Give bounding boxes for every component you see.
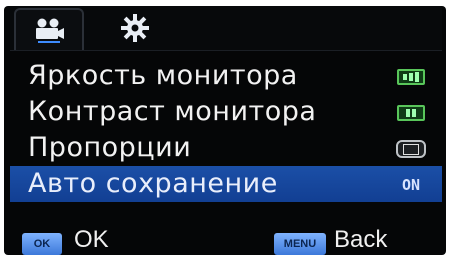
menu-item-label: Контраст монитора bbox=[28, 96, 317, 127]
camera-icon bbox=[32, 17, 66, 43]
menu-item-label: Авто сохранение bbox=[28, 168, 278, 199]
menu-item-aspect-ratio[interactable]: Пропорции bbox=[10, 130, 442, 166]
menu-item-monitor-contrast[interactable]: Контраст монитора bbox=[10, 94, 442, 130]
menu-key[interactable]: MENU bbox=[274, 233, 326, 255]
auto-save-value: ON bbox=[394, 174, 428, 196]
ok-label: OK bbox=[74, 226, 109, 253]
menu-item-label: Яркость монитора bbox=[28, 60, 298, 91]
menu-item-auto-save[interactable]: Авто сохранение ON bbox=[10, 166, 442, 202]
ok-key[interactable]: OK bbox=[22, 233, 62, 255]
auto-save-value-text: ON bbox=[401, 176, 421, 194]
gear-icon bbox=[120, 13, 150, 43]
aspect-ratio-icon bbox=[394, 138, 428, 160]
tab-bar bbox=[10, 6, 442, 51]
contrast-level-icon bbox=[394, 102, 428, 124]
brightness-level-icon bbox=[394, 66, 428, 88]
menu-item-monitor-brightness[interactable]: Яркость монитора bbox=[10, 58, 442, 94]
footer-bar: OK OK MENU Back bbox=[10, 226, 442, 255]
tab-settings[interactable] bbox=[102, 8, 168, 48]
monitor-screen: Яркость монитора Контраст монитора Пропо… bbox=[4, 6, 446, 255]
tab-video[interactable] bbox=[14, 8, 84, 50]
back-label: Back bbox=[334, 226, 388, 253]
menu-item-label: Пропорции bbox=[28, 132, 192, 163]
